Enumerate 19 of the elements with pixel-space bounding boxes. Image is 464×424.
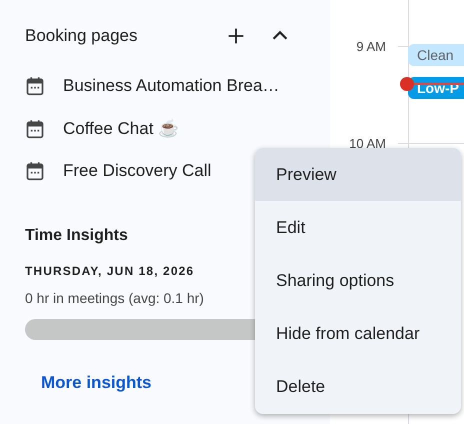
section-title: Booking pages	[25, 26, 138, 46]
section-title: Time Insights	[25, 226, 128, 244]
hour-label: 9 AM	[355, 38, 387, 54]
menu-item[interactable]: Sharing options	[255, 254, 461, 307]
menu-item[interactable]: Delete	[255, 360, 461, 413]
menu-item[interactable]: Preview	[255, 148, 461, 201]
booking-page-item[interactable]: Business Automation Brea…	[25, 65, 330, 108]
booking-page-item[interactable]: Coffee Chat ☕	[25, 108, 330, 150]
date-label: THURSDAY, JUN 18, 2026	[25, 264, 194, 278]
current-time-dot	[400, 77, 414, 91]
hour-label: 10 AM	[348, 136, 387, 150]
calendar-icon	[25, 160, 45, 182]
calendar-icon	[25, 75, 45, 98]
more-insights-link[interactable]: More insights	[41, 372, 152, 392]
meetings-summary: 0 hr in meetings (avg: 0.1 hr)	[25, 290, 204, 306]
event-chip[interactable]: Clean	[408, 44, 464, 66]
menu-item[interactable]: Edit	[255, 201, 461, 254]
calendar-icon	[25, 118, 45, 140]
menu-item[interactable]: Hide from calendar	[255, 307, 461, 360]
